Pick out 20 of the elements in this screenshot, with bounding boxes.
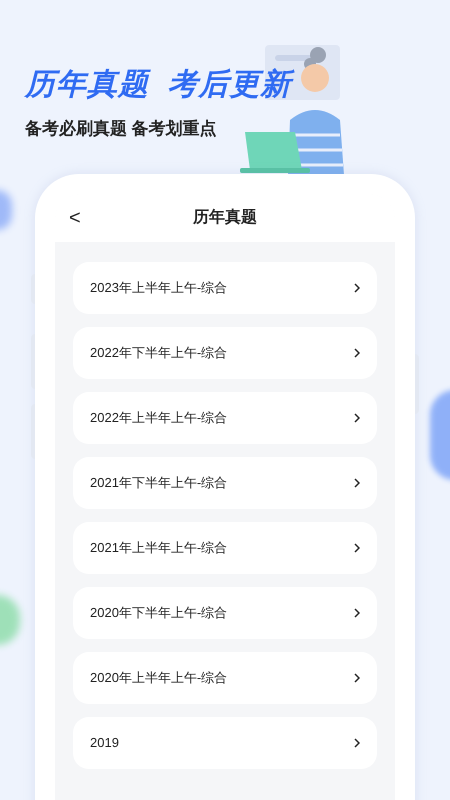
chevron-right-icon — [354, 478, 360, 488]
chevron-right-icon — [354, 282, 360, 292]
chevron-right-icon — [354, 542, 360, 552]
list-item[interactable]: 2023年上半年上午-综合 — [73, 262, 377, 314]
subtitle: 备考必刷真题 备考划重点 — [25, 118, 218, 140]
back-button[interactable]: < — [69, 206, 81, 230]
screen-title: 历年真题 — [193, 208, 257, 228]
list-item[interactable]: 2021年上半年上午-综合 — [73, 522, 377, 574]
list-item[interactable]: 2021年下半年上午-综合 — [73, 456, 377, 508]
list-item[interactable]: 2019 — [73, 716, 377, 768]
chevron-right-icon — [354, 608, 360, 618]
chevron-right-icon — [354, 672, 360, 682]
chevron-right-icon — [354, 738, 360, 748]
chevron-right-icon — [354, 412, 360, 422]
list-item[interactable]: 2020年下半年上午-综合 — [73, 586, 377, 638]
list-item[interactable]: 2022年下半年上午-综合 — [73, 326, 377, 378]
list-item[interactable]: 2022年上半年上午-综合 — [73, 392, 377, 444]
chevron-right-icon — [354, 348, 360, 358]
list-item[interactable]: 2020年上半年上午-综合 — [73, 652, 377, 704]
headline: 历年真题 考后更新 — [25, 66, 450, 104]
